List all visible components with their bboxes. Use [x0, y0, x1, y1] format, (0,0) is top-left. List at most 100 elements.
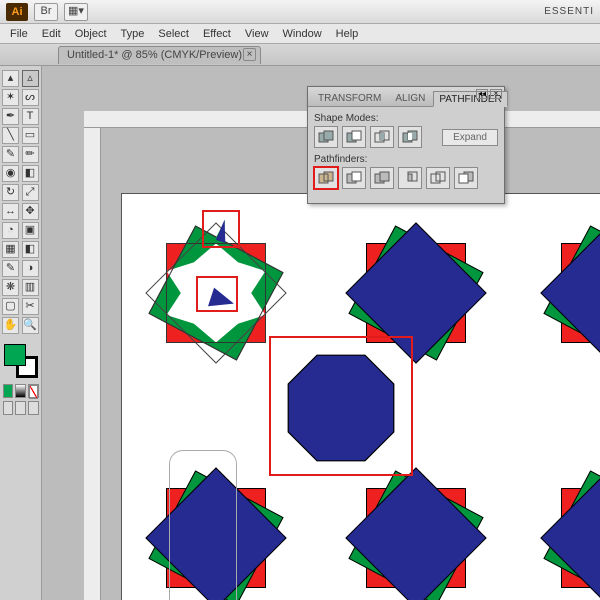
menu-type[interactable]: Type: [121, 28, 145, 40]
eraser-icon: ◧: [25, 168, 35, 179]
tool-rectangle[interactable]: ▭: [22, 127, 39, 144]
minus-front-button[interactable]: [342, 126, 366, 148]
menu-view[interactable]: View: [245, 28, 269, 40]
tool-perspective[interactable]: ▣: [22, 222, 39, 239]
tool-line[interactable]: ╲: [2, 127, 19, 144]
menu-window[interactable]: Window: [283, 28, 322, 40]
fill-stroke-control[interactable]: [4, 344, 38, 378]
ruler-vertical[interactable]: [84, 128, 101, 600]
lasso-icon: ᔕ: [25, 92, 35, 103]
tool-slice[interactable]: ✂: [22, 298, 39, 315]
wand-icon: ✶: [6, 92, 15, 103]
tool-selection[interactable]: ▴: [2, 70, 19, 87]
tool-direct-selection[interactable]: ▵: [22, 70, 39, 87]
panel-collapse-icon[interactable]: ◂◂: [476, 89, 488, 99]
panel-close-icon[interactable]: ×: [490, 89, 502, 99]
options-bar: Untitled-1* @ 85% (CMYK/Preview) ×: [0, 44, 600, 66]
draw-behind-icon[interactable]: [15, 401, 26, 415]
app-badge: Ai: [6, 3, 28, 21]
cursor-outline-icon: ▵: [27, 73, 33, 84]
intersect-button[interactable]: [370, 126, 394, 148]
tool-magic-wand[interactable]: ✶: [2, 89, 19, 106]
hand-icon: ✋: [4, 320, 18, 331]
menu-edit[interactable]: Edit: [42, 28, 61, 40]
workspace-switcher[interactable]: ESSENTI: [544, 6, 594, 17]
outline-button[interactable]: [426, 167, 450, 189]
gradient-mode-icon[interactable]: [15, 384, 26, 398]
unite-button[interactable]: [314, 126, 338, 148]
pencil-icon: ✏: [25, 149, 34, 160]
none-mode-icon[interactable]: [28, 384, 39, 398]
divide-button[interactable]: [314, 167, 338, 189]
rotate-icon: ↻: [6, 187, 15, 198]
artboard-icon: ▢: [5, 301, 15, 312]
close-document-icon[interactable]: ×: [243, 48, 256, 61]
shapebuilder-icon: ◔: [7, 225, 14, 236]
result-shape-polygon[interactable]: [281, 348, 401, 468]
shape-cluster-5[interactable]: [336, 458, 496, 600]
tool-width[interactable]: ↔: [2, 203, 19, 220]
tool-pencil[interactable]: ✏: [22, 146, 39, 163]
exclude-button[interactable]: [398, 126, 422, 148]
menu-select[interactable]: Select: [158, 28, 189, 40]
title-bar: Ai Br ▦▾ ESSENTI: [0, 0, 600, 24]
tool-lasso[interactable]: ᔕ: [22, 89, 39, 106]
spray-icon: ❋: [6, 282, 15, 293]
tool-graph[interactable]: ▥: [22, 279, 39, 296]
fill-swatch[interactable]: [4, 344, 26, 366]
tool-shape-builder[interactable]: ◔: [2, 222, 19, 239]
document-tab-label: Untitled-1* @ 85% (CMYK/Preview): [67, 49, 242, 61]
tool-rotate[interactable]: ↻: [2, 184, 19, 201]
tool-artboard[interactable]: ▢: [2, 298, 19, 315]
mesh-icon: ▦: [5, 244, 15, 255]
type-icon: T: [27, 111, 34, 122]
menu-effect[interactable]: Effect: [203, 28, 231, 40]
menu-object[interactable]: Object: [75, 28, 107, 40]
selection-outline: [169, 450, 237, 600]
document-tab[interactable]: Untitled-1* @ 85% (CMYK/Preview) ×: [58, 46, 261, 64]
tab-transform[interactable]: TRANSFORM: [312, 90, 387, 106]
tool-eyedropper[interactable]: ✎: [2, 260, 19, 277]
draw-inside-icon[interactable]: [28, 401, 39, 415]
eyedropper-icon: ✎: [6, 263, 15, 274]
tool-zoom[interactable]: 🔍: [22, 317, 39, 334]
tool-type[interactable]: T: [22, 108, 39, 125]
draw-normal-icon[interactable]: [3, 401, 14, 415]
shape-cluster-6[interactable]: [531, 458, 600, 600]
blend-icon: ◑: [27, 263, 34, 274]
gradient-icon: ◧: [25, 244, 35, 255]
tool-blend[interactable]: ◑: [22, 260, 39, 277]
rect-icon: ▭: [25, 130, 35, 141]
arrange-docs-button[interactable]: ▦▾: [64, 3, 88, 21]
menu-bar: File Edit Object Type Select Effect View…: [0, 24, 600, 44]
menu-file[interactable]: File: [10, 28, 28, 40]
color-mode-icon[interactable]: [3, 384, 14, 398]
tool-blob-brush[interactable]: ◉: [2, 165, 19, 182]
result-shape-triangle[interactable]: [206, 286, 234, 307]
tool-eraser[interactable]: ◧: [22, 165, 39, 182]
tool-free-transform[interactable]: ✥: [22, 203, 39, 220]
shape-cluster-3[interactable]: [531, 213, 600, 373]
crop-button[interactable]: [398, 167, 422, 189]
line-icon: ╲: [7, 130, 14, 141]
scale-icon: ⤢: [26, 187, 35, 198]
bridge-button[interactable]: Br: [34, 3, 58, 21]
graph-icon: ▥: [25, 282, 35, 293]
menu-help[interactable]: Help: [336, 28, 359, 40]
tool-hand[interactable]: ✋: [2, 317, 19, 334]
zoom-icon: 🔍: [23, 320, 37, 331]
minus-back-button[interactable]: [454, 167, 478, 189]
slice-icon: ✂: [25, 301, 34, 312]
tool-scale[interactable]: ⤢: [22, 184, 39, 201]
tool-gradient[interactable]: ◧: [22, 241, 39, 258]
merge-button[interactable]: [370, 167, 394, 189]
expand-button[interactable]: Expand: [442, 129, 498, 146]
tool-pen[interactable]: ✒: [2, 108, 19, 125]
tool-paintbrush[interactable]: ✎: [2, 146, 19, 163]
pathfinder-panel[interactable]: TRANSFORM ALIGN PATHFINDER ◂◂ × Shape Mo…: [307, 86, 505, 204]
tool-symbol-sprayer[interactable]: ❋: [2, 279, 19, 296]
tab-align[interactable]: ALIGN: [389, 90, 431, 106]
blob-icon: ◉: [6, 168, 16, 179]
tool-mesh[interactable]: ▦: [2, 241, 19, 258]
trim-button[interactable]: [342, 167, 366, 189]
